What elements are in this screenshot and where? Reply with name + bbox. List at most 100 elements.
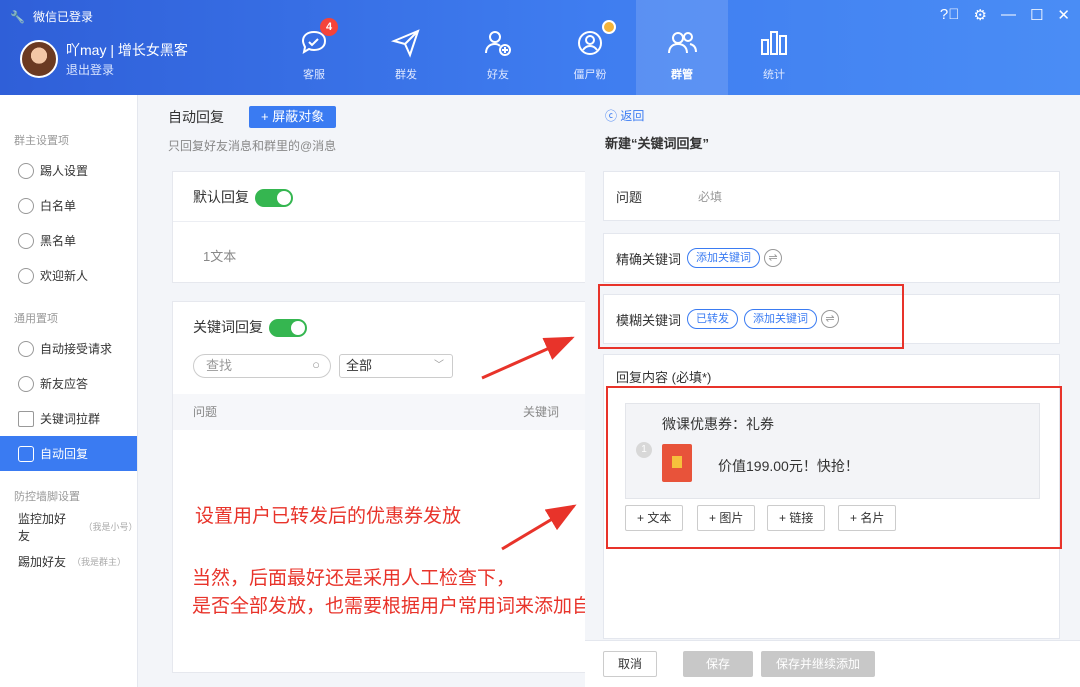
filter-value: 全部	[346, 358, 373, 373]
table-header: 问题 关键词	[173, 394, 591, 430]
shield-icon	[18, 340, 34, 357]
swap-icon[interactable]: ⇌	[764, 249, 783, 267]
sidebar-item-label: 自动接受请求	[40, 342, 113, 356]
reply-icon	[18, 445, 34, 462]
top-nav: 4 客服 群发 好友 僵尸粉 群管 统计	[268, 0, 820, 95]
search-placeholder: 查找	[206, 358, 233, 373]
window-controls: ?⃝ ⚙ — ☐ ✕	[940, 6, 1070, 24]
sidebar-item-welcome[interactable]: 欢迎新人	[0, 258, 137, 293]
nav-label: 好友	[487, 69, 509, 81]
settings-icon[interactable]: ⚙	[974, 6, 987, 24]
sidebar: 群主设置项 踢人设置 白名单 黑名单 欢迎新人 通用置项 自动接受请求 新友应答…	[0, 95, 138, 687]
add-friend-icon	[485, 31, 511, 56]
nav-label: 客服	[303, 69, 325, 81]
nav-item-zombie[interactable]: 僵尸粉	[544, 0, 636, 95]
top-bar: 🔧 微信已登录 吖may | 增长女黑客 退出登录 4 客服 群发 好友 僵尸粉…	[0, 0, 1080, 95]
page-title: 自动回复	[168, 109, 224, 125]
sidebar-item-note: （我是小号）	[83, 522, 138, 532]
default-reply-content[interactable]: 1文本	[173, 222, 591, 289]
nav-item-broadcast[interactable]: 群发	[360, 0, 452, 95]
sidebar-item-blacklist[interactable]: 黑名单	[0, 223, 137, 258]
user-icon	[18, 375, 34, 392]
sidebar-item-auto-reply[interactable]: 自动回复	[0, 436, 137, 471]
logout-link[interactable]: 退出登录	[66, 61, 114, 78]
group-manage-icon	[668, 32, 697, 54]
sidebar-item-auto-accept[interactable]: 自动接受请求	[0, 331, 137, 366]
search-icon: ○	[312, 357, 320, 372]
login-status: 微信已登录	[32, 10, 93, 24]
page-subtitle: 只回复好友消息和群里的@消息	[168, 139, 337, 153]
heart-icon	[18, 267, 34, 284]
nav-item-friends[interactable]: 好友	[452, 0, 544, 95]
search-input[interactable]: 查找 ○	[193, 354, 331, 378]
minimize-icon[interactable]: —	[1001, 6, 1016, 24]
back-label: 返回	[620, 109, 645, 123]
question-label: 问题	[616, 189, 643, 205]
chevron-down-icon: ﹀	[434, 360, 444, 371]
panel-title: 新建“关键词回复”	[605, 136, 710, 151]
sidebar-item-kick-friend[interactable]: 踢加好友 （我是群主）	[0, 544, 137, 579]
panel-footer: 取消 保存 保存并继续添加	[585, 640, 1080, 687]
maximize-icon[interactable]: ☐	[1030, 6, 1043, 24]
fuzzy-highlight-box	[598, 284, 904, 349]
reply-content-label: 回复内容 (必填*)	[616, 370, 712, 385]
sidebar-item-label: 新友应答	[40, 377, 89, 391]
avatar[interactable]	[20, 40, 58, 78]
user-name: 吖may | 增长女黑客	[66, 42, 188, 58]
default-reply-label: 默认回复	[193, 189, 249, 205]
notice-dot	[602, 20, 616, 34]
col-keyword: 关键词	[523, 405, 560, 419]
exact-keyword-label: 精确关键词	[616, 251, 682, 267]
question-input[interactable]: 必填	[698, 188, 722, 205]
sidebar-item-label: 自动回复	[40, 447, 89, 461]
nav-label: 统计	[763, 69, 785, 81]
sidebar-item-label: 关键词拉群	[40, 412, 101, 426]
sidebar-item-kick[interactable]: 踢人设置	[0, 153, 137, 188]
cancel-button[interactable]: 取消	[603, 651, 658, 677]
sidebar-section-title: 防控墙脚设置	[14, 491, 80, 503]
sidebar-item-label: 监控加好友	[18, 511, 67, 543]
brand: 🔧 微信已登录	[10, 8, 93, 25]
unread-badge: 4	[320, 18, 338, 36]
nav-item-group-manage[interactable]: 群管	[636, 0, 728, 95]
sidebar-item-whitelist[interactable]: 白名单	[0, 188, 137, 223]
back-icon: ⓒ	[605, 109, 621, 123]
whitelist-icon	[18, 197, 34, 214]
sidebar-section-title: 群主设置项	[14, 135, 69, 147]
col-question: 问题	[193, 405, 218, 419]
filter-select[interactable]: 全部 ﹀	[339, 354, 453, 378]
nav-item-chat[interactable]: 4 客服	[268, 0, 360, 95]
nav-label: 群发	[395, 69, 417, 81]
keyword-reply-label: 关键词回复	[193, 319, 263, 335]
blacklist-icon	[18, 232, 34, 249]
wrench-icon: 🔧	[10, 9, 25, 24]
shield-target-button[interactable]: + 屏蔽对象	[249, 106, 337, 128]
default-reply-card: 默认回复 1文本	[172, 171, 592, 283]
keyword-reply-header: 关键词回复	[173, 302, 591, 352]
save-button[interactable]: 保存	[683, 651, 753, 677]
nav-item-stats[interactable]: 统计	[728, 0, 820, 95]
sidebar-item-monitor[interactable]: 监控加好友 （我是小号）	[0, 509, 137, 544]
add-exact-keyword-button[interactable]: 添加关键词	[687, 248, 761, 268]
nav-label: 僵尸粉	[573, 69, 607, 81]
close-icon[interactable]: ✕	[1057, 6, 1070, 24]
back-link[interactable]: ⓒ 返回	[605, 107, 644, 124]
zombie-icon	[578, 31, 602, 55]
annotation-line2: 当然，后面最好还是采用人工检查下，	[192, 568, 516, 589]
sidebar-item-label: 踢人设置	[40, 164, 89, 178]
default-reply-header: 默认回复	[173, 172, 591, 222]
default-reply-toggle[interactable]	[255, 189, 293, 208]
reply-highlight-box	[606, 386, 1062, 549]
sidebar-item-new-friend[interactable]: 新友应答	[0, 366, 137, 401]
question-row: 问题 必填	[603, 171, 1060, 221]
bar-chart-icon	[761, 31, 787, 55]
sidebar-item-label: 踢加好友	[18, 555, 67, 569]
help-icon[interactable]: ?⃝	[940, 6, 960, 24]
sidebar-item-keyword-group[interactable]: 关键词拉群	[0, 401, 137, 436]
save-continue-button[interactable]: 保存并继续添加	[761, 651, 876, 677]
sidebar-item-note: （我是群主）	[72, 557, 127, 567]
user-icon	[18, 162, 34, 179]
sidebar-item-label: 白名单	[40, 199, 77, 213]
exact-keyword-row: 精确关键词 添加关键词 ⇌	[603, 233, 1060, 283]
keyword-reply-toggle[interactable]	[269, 319, 307, 338]
